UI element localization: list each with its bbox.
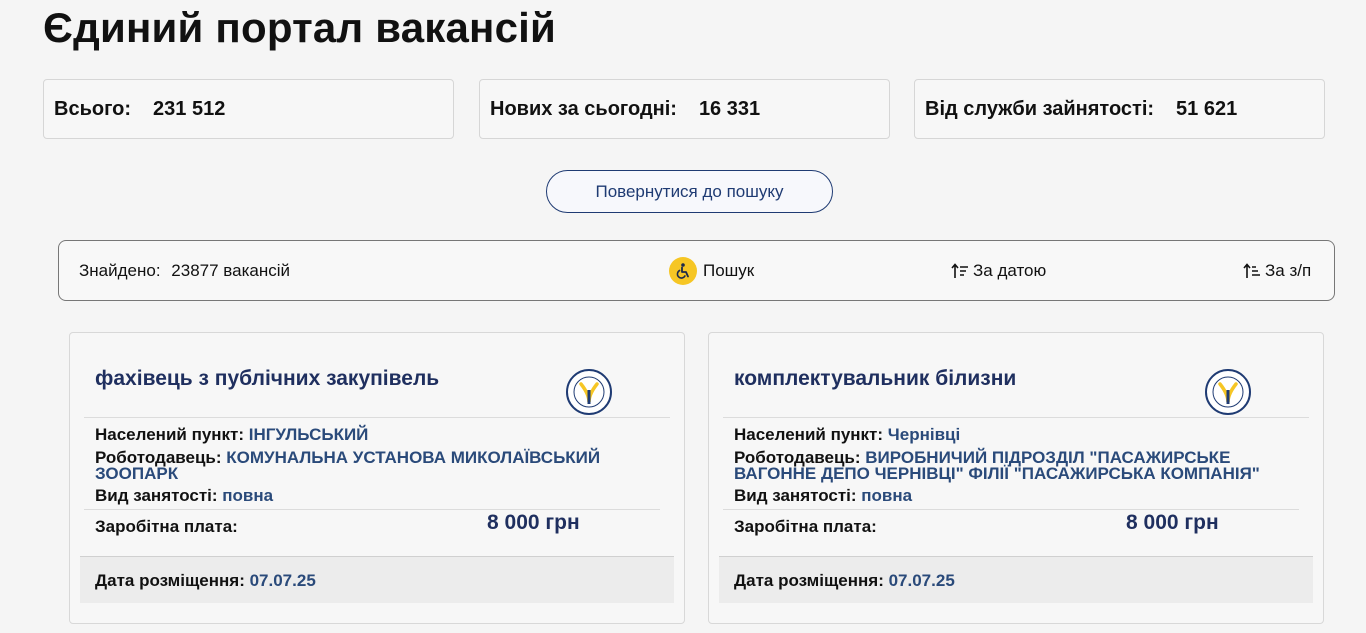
vacancy-title[interactable]: фахівець з публічних закупівель: [95, 367, 439, 391]
stat-employment-service-value: 51 621: [1176, 97, 1238, 120]
salary-label: Заробітна плата:: [734, 517, 877, 536]
stats-bar: Всього: 231 512 Нових за сьогодні: 16 33…: [43, 79, 1327, 141]
search-label: Пошук: [703, 261, 755, 280]
date-value: 07.07.25: [249, 571, 316, 590]
divider: [723, 509, 1299, 510]
location-value: ІНГУЛЬСЬКИЙ: [248, 425, 369, 444]
employment-service-logo: [565, 368, 613, 421]
employment-row: Вид занятості: повна: [734, 486, 913, 505]
accessible-search-button[interactable]: Пошук: [669, 257, 754, 285]
employment-label: Вид занятості:: [734, 486, 857, 505]
location-label: Населений пункт:: [95, 425, 245, 444]
employer-row: Роботодавець: ВИРОБНИЧИЙ ПІДРОЗДІЛ "ПАСА…: [734, 449, 1294, 482]
employer-row: Роботодавець: КОМУНАЛЬНА УСТАНОВА МИКОЛА…: [95, 449, 625, 482]
results-toolbar: Знайдено: 23877 вакансій Пошук За датою: [58, 240, 1335, 301]
stat-total-label: Всього:: [54, 97, 132, 120]
salary-value: 8 000 грн: [487, 511, 580, 534]
location-value: Чернівці: [887, 425, 961, 444]
salary-label: Заробітна плата:: [95, 517, 238, 536]
location-label: Населений пункт:: [734, 425, 884, 444]
location-row: Населений пункт: Чернівці: [734, 425, 961, 444]
found-label: Знайдено:: [79, 261, 161, 280]
sort-icon: [951, 263, 969, 279]
wheelchair-icon: [669, 257, 697, 285]
divider: [84, 417, 670, 418]
stat-new-today-value: 16 331: [698, 97, 761, 120]
stat-total-value: 231 512: [153, 97, 226, 120]
date-label: Дата розміщення:: [95, 571, 245, 590]
stat-new-today-label: Нових за сьогодні:: [490, 97, 677, 120]
employment-label: Вид занятості:: [95, 486, 218, 505]
employment-service-logo: [1204, 368, 1252, 421]
employment-value: повна: [222, 486, 274, 505]
date-label: Дата розміщення:: [734, 571, 884, 590]
vacancy-title[interactable]: комплектувальник білизни: [734, 367, 1016, 391]
sort-icon: [1243, 263, 1261, 279]
page-title: Єдиний портал вакансій: [43, 4, 557, 51]
sort-by-date-button[interactable]: За датою: [951, 261, 1046, 281]
sort-by-salary-button[interactable]: За з/п: [1243, 261, 1311, 281]
stat-new-today: Нових за сьогодні: 16 331: [479, 79, 890, 139]
found-value: 23877 вакансій: [171, 261, 290, 280]
employment-row: Вид занятості: повна: [95, 486, 274, 505]
sort-salary-label: За з/п: [1265, 261, 1312, 280]
date-value: 07.07.25: [888, 571, 955, 590]
divider: [84, 509, 660, 510]
stat-employment-service-label: Від служби зайнятості:: [925, 97, 1155, 120]
stat-employment-service: Від служби зайнятості: 51 621: [914, 79, 1325, 139]
date-row: Дата розміщення: 07.07.25: [734, 571, 955, 590]
vacancy-card: фахівець з публічних закупівель Населени…: [69, 332, 685, 624]
stat-total: Всього: 231 512: [43, 79, 454, 139]
salary-value: 8 000 грн: [1126, 511, 1219, 534]
found-count: Знайдено: 23877 вакансій: [79, 261, 290, 281]
card-footer: Дата розміщення: 07.07.25: [80, 556, 674, 603]
divider: [723, 417, 1309, 418]
date-row: Дата розміщення: 07.07.25: [95, 571, 316, 590]
card-footer: Дата розміщення: 07.07.25: [719, 556, 1313, 603]
sort-date-label: За датою: [973, 261, 1047, 280]
location-row: Населений пункт: ІНГУЛЬСЬКИЙ: [95, 425, 369, 444]
employment-value: повна: [861, 486, 913, 505]
vacancy-card: комплектувальник білизни Населений пункт…: [708, 332, 1324, 624]
back-to-search-button[interactable]: Повернутися до пошуку: [546, 170, 833, 213]
